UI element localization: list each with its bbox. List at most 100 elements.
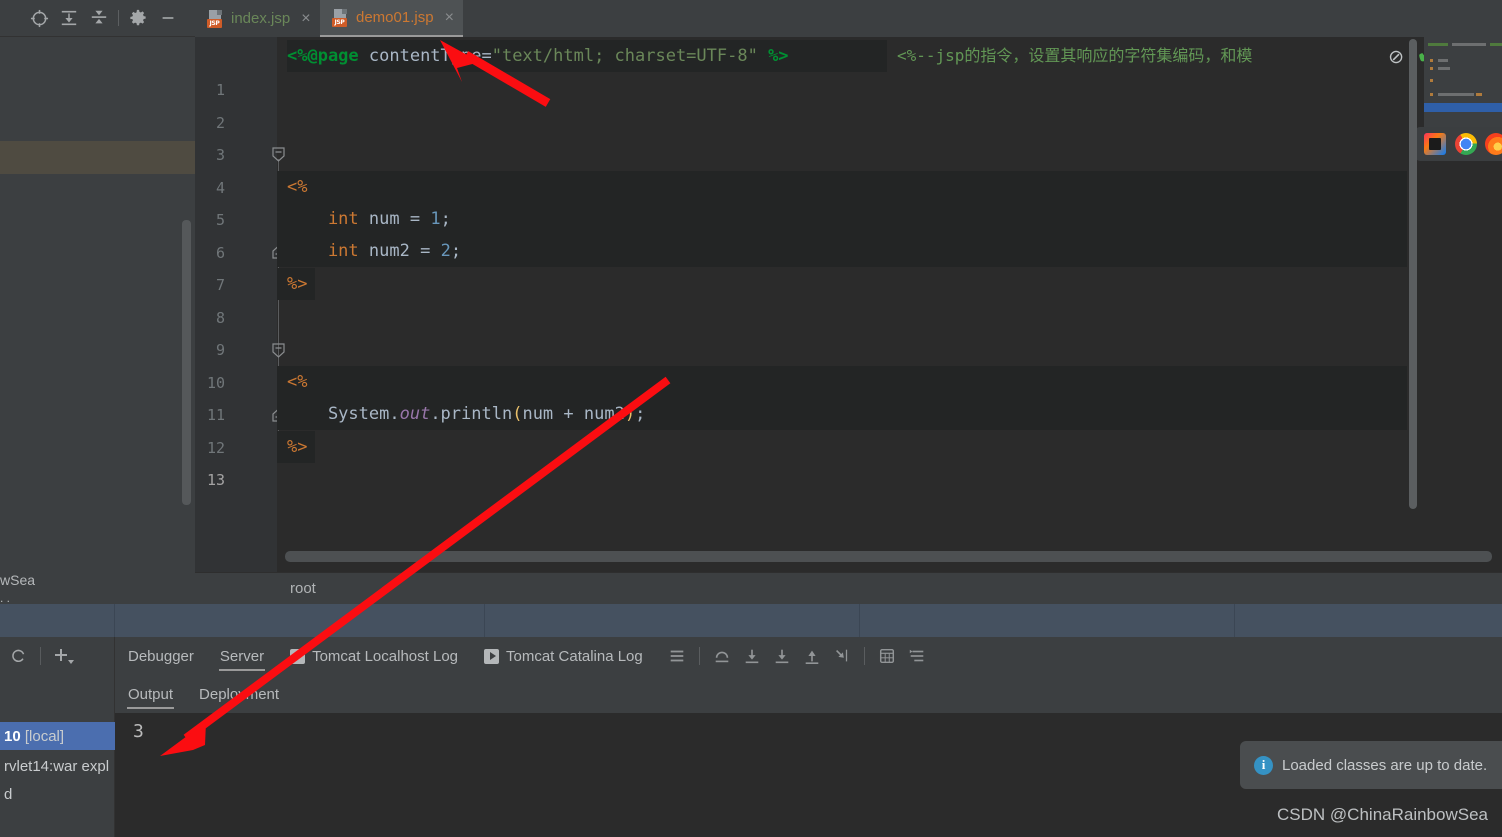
tab-tomcat-localhost-log[interactable]: Tomcat Localhost Log <box>277 637 471 675</box>
info-icon: i <box>1254 755 1273 775</box>
status-segment <box>115 604 485 637</box>
run-toolbar <box>664 643 930 669</box>
run-item[interactable]: rvlet14:war expl <box>0 752 115 780</box>
status-segment <box>1235 604 1502 637</box>
tab-tomcat-catalina-log[interactable]: Tomcat Catalina Log <box>471 637 656 675</box>
line-number: 8 <box>215 309 225 327</box>
tab-output[interactable]: Output <box>115 675 186 713</box>
toolbar-divider <box>698 647 700 665</box>
notification-message: Loaded classes are up to date. <box>1282 756 1488 774</box>
jsp-file-icon: JSP <box>207 9 224 28</box>
run-item-label-dim: [local] <box>24 727 65 745</box>
close-icon[interactable]: × <box>445 9 454 26</box>
force-step-into-icon[interactable] <box>769 643 795 669</box>
code-line-5: int num = 1; <box>287 209 451 229</box>
browser-launch-bar[interactable] <box>1415 127 1502 161</box>
breadcrumb-root[interactable]: root <box>290 580 316 597</box>
code-line-4: <% <box>287 177 308 197</box>
editor-tab-demo01[interactable]: JSP demo01.jsp × <box>320 0 463 37</box>
run-tabs-row-primary: Debugger Server Tomcat Localhost Log Tom… <box>115 637 1502 675</box>
scroll-to-source-icon[interactable] <box>24 4 54 32</box>
run-item-label: rvlet14:war expl <box>4 757 110 775</box>
project-toolbar <box>0 0 195 37</box>
code-inline-comment: <%--jsp的指令，设置其响应的字符集编码，和模 <box>897 46 1253 65</box>
notification-toast[interactable]: i Loaded classes are up to date. <box>1240 741 1502 789</box>
inspection-eye-icon[interactable]: ⊘ <box>1388 46 1404 69</box>
jsp-badge-label: JSP <box>207 18 222 28</box>
line-number: 9 <box>215 341 225 359</box>
editor-gutter[interactable]: 1 2 3 4 5 6 7 8 9 10 11 12 13 <box>195 37 277 572</box>
step-into-icon[interactable] <box>739 643 765 669</box>
expand-all-icon[interactable] <box>54 4 84 32</box>
project-tree-highlight-row[interactable] <box>0 141 195 174</box>
code-line-12: %> <box>287 437 308 457</box>
status-segment <box>485 604 860 637</box>
tab-label: Server <box>219 647 265 665</box>
tab-server[interactable]: Server <box>207 637 277 675</box>
line-number-current: 13 <box>206 471 225 489</box>
tab-deployment[interactable]: Deployment <box>186 675 292 713</box>
tab-label: Output <box>128 685 174 703</box>
ide-window: wSea . . JSP index.jsp × JSP demo01.jsp … <box>0 0 1502 837</box>
line-number: 7 <box>215 276 225 294</box>
evaluate-expression-icon[interactable] <box>874 643 900 669</box>
line-number: 5 <box>215 211 225 229</box>
sidebar-fragment-sub: . . <box>0 591 11 605</box>
console-lines-icon[interactable] <box>664 643 690 669</box>
line-number: 11 <box>206 406 225 424</box>
scriptlet-highlight <box>277 366 1407 398</box>
step-out-icon[interactable] <box>799 643 825 669</box>
add-configuration-icon[interactable] <box>47 642 81 670</box>
run-to-cursor-icon[interactable] <box>829 643 855 669</box>
run-tabs-row-secondary: Output Deployment <box>115 675 1502 713</box>
run-item-selected[interactable]: 10 [local] <box>0 722 115 750</box>
hide-panel-icon[interactable] <box>153 4 183 32</box>
project-tree[interactable] <box>0 37 195 603</box>
line-number: 4 <box>215 179 225 197</box>
settings-gear-icon[interactable] <box>123 4 153 32</box>
console-output-text: 3 <box>133 721 144 742</box>
line-number: 12 <box>206 439 225 457</box>
rerun-icon[interactable] <box>4 642 34 670</box>
settings-lines-icon[interactable] <box>904 643 930 669</box>
sidebar-fragment-top: wSea <box>0 572 36 588</box>
code-text-area[interactable]: <%@page contentType="text/html; charset=… <box>277 37 1502 572</box>
editor-vertical-scrollbar[interactable] <box>1409 39 1417 509</box>
tab-debugger[interactable]: Debugger <box>115 637 207 675</box>
project-tree-scrollbar[interactable] <box>182 220 191 505</box>
run-item-label-bold: 10 <box>4 727 21 745</box>
run-play-icon <box>290 648 306 664</box>
editor-horizontal-scrollbar[interactable] <box>285 551 1492 562</box>
code-line-1: <%@page contentType="text/html; charset=… <box>287 46 789 66</box>
step-over-icon[interactable] <box>709 643 735 669</box>
run-item[interactable]: d <box>0 780 115 808</box>
breadcrumb[interactable]: root <box>195 572 1502 603</box>
code-line-6: int num2 = 2; <box>287 241 462 261</box>
watermark: CSDN @ChinaRainbowSea <box>1277 805 1488 824</box>
close-icon[interactable]: × <box>301 10 310 27</box>
navigation-status-bar <box>0 604 1502 637</box>
editor-tab-bar: JSP index.jsp × JSP demo01.jsp × <box>195 0 1502 37</box>
editor-tab-label: index.jsp <box>231 10 291 27</box>
status-segment <box>0 604 115 637</box>
line-number: 10 <box>206 374 225 392</box>
tab-label: Tomcat Localhost Log <box>312 647 458 665</box>
line-number: 3 <box>215 146 225 164</box>
tab-label: Debugger <box>128 647 194 665</box>
code-editor[interactable]: 1 2 3 4 5 6 7 8 9 10 11 12 13 <%@page co… <box>195 37 1502 572</box>
toolbar-divider <box>40 647 41 665</box>
run-play-icon <box>484 648 499 664</box>
code-line-7: %> <box>287 274 308 294</box>
google-chrome-icon[interactable] <box>1454 133 1477 155</box>
toolbar-divider <box>118 10 119 26</box>
editor-tab-index[interactable]: JSP index.jsp × <box>195 0 320 37</box>
collapse-all-icon[interactable] <box>84 4 114 32</box>
project-tool-window <box>0 0 195 603</box>
run-item[interactable] <box>0 679 115 707</box>
jsp-badge-label: JSP <box>332 17 347 27</box>
tab-label: Deployment <box>199 685 280 703</box>
run-item-label: d <box>4 785 13 803</box>
line-number: 6 <box>215 244 225 262</box>
firefox-icon[interactable] <box>1485 133 1502 155</box>
intellij-idea-icon[interactable] <box>1424 133 1447 155</box>
